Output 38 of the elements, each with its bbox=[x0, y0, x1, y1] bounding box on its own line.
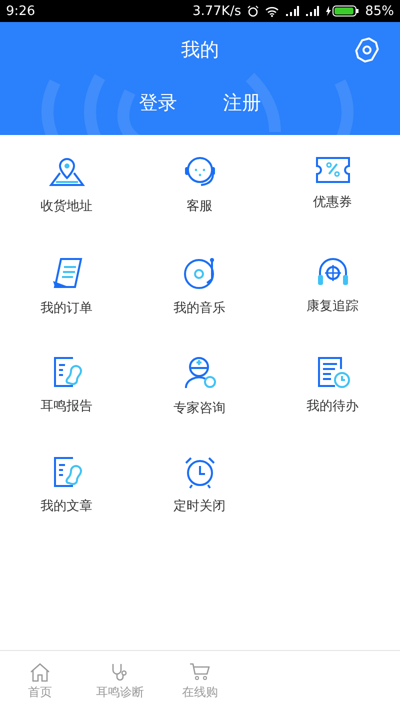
menu-item[interactable]: 我的待办 bbox=[266, 347, 399, 447]
network-speed: 3.77K/s bbox=[192, 4, 242, 18]
page-title: 我的 bbox=[181, 38, 219, 63]
menu-item-label: 康复追踪 bbox=[306, 298, 358, 315]
status-time: 9:26 bbox=[6, 4, 36, 18]
map-pin-icon bbox=[46, 155, 86, 189]
signal-icon bbox=[285, 6, 300, 16]
menu-item[interactable]: 我的订单 bbox=[0, 247, 133, 347]
settings-icon[interactable] bbox=[354, 37, 380, 63]
home-icon bbox=[29, 662, 51, 682]
menu-item-label: 我的待办 bbox=[306, 398, 358, 415]
menu-item-label: 我的文章 bbox=[40, 498, 92, 515]
battery-icon bbox=[325, 5, 360, 17]
cart-icon bbox=[189, 662, 211, 682]
wifi-icon bbox=[265, 6, 280, 16]
menu-item[interactable]: 优惠券 bbox=[266, 147, 399, 247]
menu-item[interactable]: 康复追踪 bbox=[266, 247, 399, 347]
menu-item-label: 我的订单 bbox=[40, 300, 92, 317]
login-link[interactable]: 登录 bbox=[139, 90, 177, 116]
menu-item-label: 定时关闭 bbox=[174, 498, 226, 515]
battery-percent: 85% bbox=[365, 4, 394, 18]
menu-item[interactable]: 定时关闭 bbox=[133, 447, 266, 547]
menu-item-label: 耳鸣报告 bbox=[40, 398, 92, 415]
signal-icon bbox=[305, 6, 320, 16]
coupon-icon bbox=[314, 155, 350, 185]
menu-item[interactable]: 客服 bbox=[133, 147, 266, 247]
alarm-icon bbox=[247, 5, 260, 17]
menu-item[interactable]: 专家咨询 bbox=[133, 347, 266, 447]
menu-item[interactable]: 收货地址 bbox=[0, 147, 133, 247]
menu-item[interactable]: 耳鸣报告 bbox=[0, 347, 133, 447]
menu-item-label: 收货地址 bbox=[40, 198, 92, 215]
register-link[interactable]: 注册 bbox=[223, 90, 261, 116]
menu-item-label: 专家咨询 bbox=[174, 400, 226, 417]
menu-item-label: 我的音乐 bbox=[174, 300, 226, 317]
menu-item[interactable]: 我的音乐 bbox=[133, 247, 266, 347]
menu-item-label: 客服 bbox=[186, 198, 212, 215]
menu-item-label: 优惠券 bbox=[313, 194, 352, 211]
menu-item[interactable]: 我的文章 bbox=[0, 447, 133, 547]
